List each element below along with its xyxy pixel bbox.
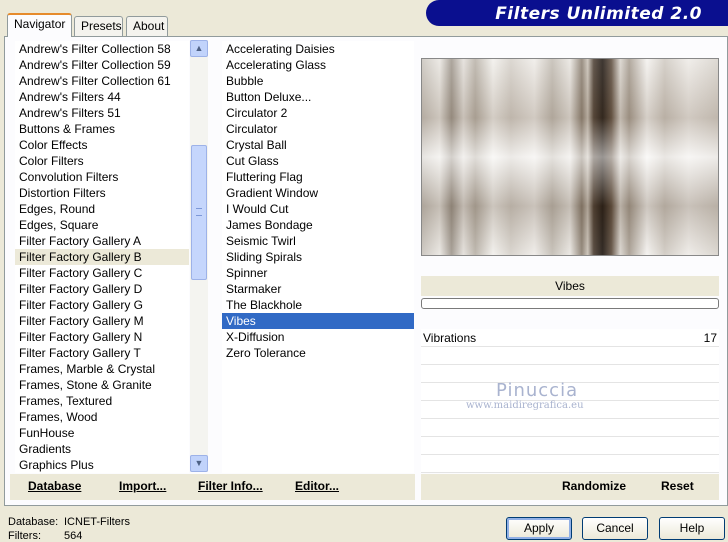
scroll-down-icon[interactable]: ▼ [190, 455, 208, 472]
list-item[interactable]: Graphics Plus [15, 457, 189, 473]
list-item[interactable]: X-Diffusion [222, 329, 414, 345]
list-item[interactable]: Color Filters [15, 153, 189, 169]
parameter-row-empty [421, 437, 719, 455]
editor-button[interactable]: Editor... [295, 479, 339, 493]
list-item[interactable]: Circulator [222, 121, 414, 137]
watermark-url: www.maidiregrafica.eu [466, 400, 584, 411]
filter-preview-image [421, 58, 719, 256]
tab-presets[interactable]: Presets [74, 16, 123, 36]
right-toolbar: Randomize Reset [421, 474, 719, 500]
list-item[interactable]: Frames, Textured [15, 393, 189, 409]
parameter-slider[interactable] [421, 298, 719, 309]
status-filters-label: Filters: [8, 530, 41, 542]
list-item[interactable]: Spinner [222, 265, 414, 281]
list-item[interactable]: Filter Factory Gallery D [15, 281, 189, 297]
list-item[interactable]: Color Effects [15, 137, 189, 153]
reset-button[interactable]: Reset [661, 479, 694, 493]
list-item[interactable]: Zero Tolerance [222, 345, 414, 361]
list-item[interactable]: Bubble [222, 73, 414, 89]
status-filters: Filters: 564 [8, 530, 82, 542]
list-item[interactable]: Frames, Stone & Granite [15, 377, 189, 393]
list-item[interactable]: Andrew's Filters 44 [15, 89, 189, 105]
list-item[interactable]: Frames, Wood [15, 409, 189, 425]
list-item[interactable]: Filter Factory Gallery G [15, 297, 189, 313]
list-item[interactable]: Fluttering Flag [222, 169, 414, 185]
tab-navigator[interactable]: Navigator [7, 13, 72, 37]
list-item[interactable]: Vibes [222, 313, 414, 329]
list-item[interactable]: Button Deluxe... [222, 89, 414, 105]
list-item[interactable]: Andrew's Filter Collection 61 [15, 73, 189, 89]
list-item[interactable]: Circulator 2 [222, 105, 414, 121]
list-item[interactable]: Filter Factory Gallery N [15, 329, 189, 345]
list-item[interactable]: Frames, Marble & Crystal [15, 361, 189, 377]
list-item[interactable]: Distortion Filters [15, 185, 189, 201]
status-database-value: ICNET-Filters [64, 516, 130, 528]
list-item[interactable]: Andrew's Filter Collection 58 [15, 41, 189, 57]
selected-filter-label: Vibes [421, 276, 719, 296]
list-item[interactable]: Filter Factory Gallery C [15, 265, 189, 281]
list-item[interactable]: Starmaker [222, 281, 414, 297]
status-database-label: Database: [8, 516, 59, 528]
scroll-up-icon[interactable]: ▲ [190, 40, 208, 57]
category-list[interactable]: Andrew's Filter Collection 58 Andrew's Fi… [15, 41, 189, 473]
list-item[interactable]: Buttons & Frames [15, 121, 189, 137]
filter-info-button[interactable]: Filter Info... [198, 479, 263, 493]
apply-button[interactable]: Apply [506, 517, 572, 540]
list-item[interactable]: I Would Cut [222, 201, 414, 217]
list-item[interactable]: FunHouse [15, 425, 189, 441]
watermark-name: Pinuccia [496, 380, 579, 401]
list-item[interactable]: Accelerating Daisies [222, 41, 414, 57]
list-item[interactable]: Filter Factory Gallery T [15, 345, 189, 361]
parameter-row-empty [421, 347, 719, 365]
list-item[interactable]: Cut Glass [222, 153, 414, 169]
list-item[interactable]: Edges, Square [15, 217, 189, 233]
parameter-value[interactable]: 17 [704, 331, 717, 345]
list-item[interactable]: James Bondage [222, 217, 414, 233]
list-item[interactable]: Gradients [15, 441, 189, 457]
list-item[interactable]: Gradient Window [222, 185, 414, 201]
category-scrollbar[interactable]: ▲ ▼ [190, 40, 208, 472]
list-item[interactable]: Accelerating Glass [222, 57, 414, 73]
left-toolbar: Database Import... Filter Info... Editor… [10, 474, 415, 500]
filter-list[interactable]: Accelerating Daisies Accelerating Glass Bu… [222, 41, 414, 473]
cancel-button[interactable]: Cancel [582, 517, 648, 540]
tab-about[interactable]: About [126, 16, 168, 36]
status-database: Database: ICNET-Filters [8, 516, 130, 528]
parameter-row-empty [421, 419, 719, 437]
parameter-label: Vibrations [423, 331, 477, 345]
app-banner-title: Filters Unlimited 2.0 [426, 0, 728, 26]
list-item[interactable]: Andrew's Filter Collection 59 [15, 57, 189, 73]
parameter-row-empty [421, 455, 719, 473]
help-button[interactable]: Help [659, 517, 725, 540]
database-button[interactable]: Database [28, 479, 81, 493]
scroll-thumb[interactable] [191, 145, 207, 280]
list-item[interactable]: Seismic Twirl [222, 233, 414, 249]
parameter-row[interactable]: Vibrations 17 [421, 329, 719, 347]
list-item[interactable]: Filter Factory Gallery M [15, 313, 189, 329]
list-item[interactable]: Edges, Round [15, 201, 189, 217]
list-item[interactable]: The Blackhole [222, 297, 414, 313]
list-item[interactable]: Andrew's Filters 51 [15, 105, 189, 121]
randomize-button[interactable]: Randomize [562, 479, 626, 493]
import-button[interactable]: Import... [119, 479, 166, 493]
list-item[interactable]: Filter Factory Gallery B [15, 249, 189, 265]
list-item[interactable]: Filter Factory Gallery A [15, 233, 189, 249]
list-item[interactable]: Sliding Spirals [222, 249, 414, 265]
list-item[interactable]: Convolution Filters [15, 169, 189, 185]
list-item[interactable]: Crystal Ball [222, 137, 414, 153]
status-filters-value: 564 [64, 530, 83, 542]
